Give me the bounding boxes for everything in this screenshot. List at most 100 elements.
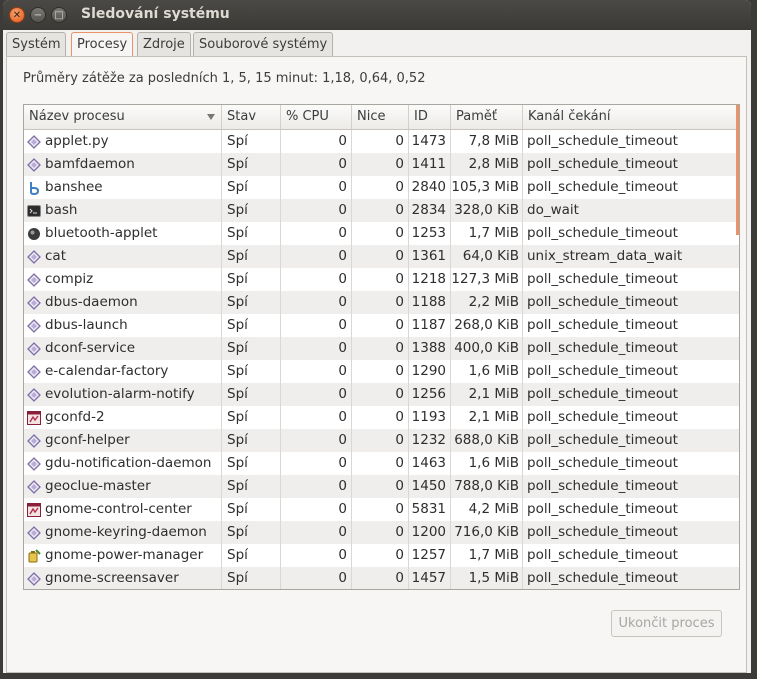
process-nice: 0 bbox=[352, 475, 409, 498]
process-wait-channel: poll_schedule_timeout bbox=[527, 409, 678, 425]
process-memory: 2,8 MiB bbox=[451, 153, 523, 176]
process-memory: 105,3 MiB bbox=[451, 176, 523, 199]
column-header-cpu[interactable]: % CPU bbox=[281, 105, 352, 129]
process-memory: 1,6 MiB bbox=[451, 452, 523, 475]
process-memory: 400,0 KiB bbox=[451, 337, 523, 360]
process-wait-channel: poll_schedule_timeout bbox=[527, 317, 678, 333]
process-cpu: 0 bbox=[281, 360, 352, 383]
table-row[interactable]: dbus-launch Spí 0 0 1187 268,0 KiB poll_schedu… bbox=[24, 314, 739, 337]
tab-system[interactable]: Systém bbox=[6, 32, 67, 56]
table-row[interactable]: compiz Spí 0 0 1218 127,3 MiB poll_schedule_ti… bbox=[24, 268, 739, 291]
process-id: 1463 bbox=[409, 452, 451, 475]
column-header-nice[interactable]: Nice bbox=[352, 105, 409, 129]
process-state: Spí bbox=[222, 383, 281, 406]
window-title: Sledování systému bbox=[81, 6, 230, 22]
process-name: geoclue-master bbox=[45, 478, 151, 494]
process-id: 1473 bbox=[409, 130, 451, 153]
process-state: Spí bbox=[222, 153, 281, 176]
process-cpu: 0 bbox=[281, 222, 352, 245]
end-process-button[interactable]: Ukončit proces bbox=[611, 610, 722, 637]
process-id: 2840 bbox=[409, 176, 451, 199]
process-nice: 0 bbox=[352, 245, 409, 268]
table-row[interactable]: dconf-service Spí 0 0 1388 400,0 KiB poll_sche… bbox=[24, 337, 739, 360]
table-row[interactable]: gnome-screensaver Spí 0 0 1457 1,5 MiB poll_sc… bbox=[24, 567, 739, 589]
process-wait-channel: poll_schedule_timeout bbox=[527, 386, 678, 402]
minimize-window-button[interactable]: − bbox=[30, 7, 46, 23]
process-memory: 1,7 MiB bbox=[451, 544, 523, 567]
process-id: 1388 bbox=[409, 337, 451, 360]
column-header-wait[interactable]: Kanál čekání bbox=[523, 105, 739, 129]
process-name: gconf-helper bbox=[45, 432, 130, 448]
table-row[interactable]: bash Spí 0 0 2834 328,0 KiB do_wait bbox=[24, 199, 739, 222]
table-row[interactable]: evolution-alarm-notify Spí 0 0 1256 2,1 MiB po… bbox=[24, 383, 739, 406]
process-memory: 64,0 KiB bbox=[451, 245, 523, 268]
process-state: Spí bbox=[222, 268, 281, 291]
process-name-cell: geoclue-master bbox=[24, 475, 222, 498]
table-row[interactable]: applet.py Spí 0 0 1473 7,8 MiB poll_schedule_t… bbox=[24, 130, 739, 153]
process-id: 5831 bbox=[409, 498, 451, 521]
table-row[interactable]: gdu-notification-daemon Spí 0 0 1463 1,6 MiB p… bbox=[24, 452, 739, 475]
gconf-icon bbox=[27, 410, 41, 425]
process-name: e-calendar-factory bbox=[45, 363, 169, 379]
process-id: 1256 bbox=[409, 383, 451, 406]
tab-file-systems[interactable]: Souborové systémy bbox=[193, 32, 334, 56]
table-row[interactable]: banshee Spí 0 0 2840 105,3 MiB poll_schedule_t… bbox=[24, 176, 739, 199]
generic-process-icon bbox=[27, 134, 41, 149]
table-row[interactable]: bamfdaemon Spí 0 0 1411 2,8 MiB poll_schedule_… bbox=[24, 153, 739, 176]
table-body: applet.py Spí 0 0 1473 7,8 MiB poll_schedule_t… bbox=[24, 130, 739, 589]
process-state: Spí bbox=[222, 452, 281, 475]
process-wait-channel: poll_schedule_timeout bbox=[527, 547, 678, 563]
column-header-state[interactable]: Stav bbox=[222, 105, 281, 129]
process-table[interactable]: Název procesu Stav % CPU Nice ID Paměť K… bbox=[23, 104, 740, 590]
table-row[interactable]: bluetooth-applet Spí 0 0 1253 1,7 MiB poll_sch… bbox=[24, 222, 739, 245]
process-wait-channel: poll_schedule_timeout bbox=[527, 363, 678, 379]
process-nice: 0 bbox=[352, 314, 409, 337]
table-row[interactable]: dbus-daemon Spí 0 0 1188 2,2 MiB poll_schedule… bbox=[24, 291, 739, 314]
sort-descending-icon bbox=[207, 114, 215, 120]
table-row[interactable]: gnome-power-manager Spí 0 0 1257 1,7 MiB poll_… bbox=[24, 544, 739, 567]
process-memory: 7,8 MiB bbox=[451, 130, 523, 153]
table-row[interactable]: e-calendar-factory Spí 0 0 1290 1,6 MiB poll_s… bbox=[24, 360, 739, 383]
process-name: gconfd-2 bbox=[45, 409, 105, 425]
table-row[interactable]: geoclue-master Spí 0 0 1450 788,0 KiB poll_sch… bbox=[24, 475, 739, 498]
generic-process-icon bbox=[27, 571, 41, 586]
process-cpu: 0 bbox=[281, 291, 352, 314]
process-name-cell: compiz bbox=[24, 268, 222, 291]
table-row[interactable]: cat Spí 0 0 1361 64,0 KiB unix_stream_data_wai… bbox=[24, 245, 739, 268]
process-wait-channel: poll_schedule_timeout bbox=[527, 179, 678, 195]
table-row[interactable]: gconf-helper Spí 0 0 1232 688,0 KiB poll_sched… bbox=[24, 429, 739, 452]
desktop-background bbox=[0, 673, 757, 679]
process-name-cell: dbus-launch bbox=[24, 314, 222, 337]
process-id: 1193 bbox=[409, 406, 451, 429]
generic-process-icon bbox=[27, 433, 41, 448]
table-row[interactable]: gnome-keyring-daemon Spí 0 0 1200 716,0 KiB po… bbox=[24, 521, 739, 544]
process-nice: 0 bbox=[352, 268, 409, 291]
tab-processes[interactable]: Procesy bbox=[71, 32, 134, 57]
column-header-memory[interactable]: Paměť bbox=[451, 105, 523, 129]
close-window-button[interactable]: ✕ bbox=[9, 7, 25, 23]
table-row[interactable]: gnome-control-center Spí 0 0 5831 4,2 MiB poll… bbox=[24, 498, 739, 521]
process-wait-channel: poll_schedule_timeout bbox=[527, 524, 678, 540]
process-state: Spí bbox=[222, 429, 281, 452]
maximize-window-button[interactable]: □ bbox=[51, 7, 67, 23]
process-nice: 0 bbox=[352, 383, 409, 406]
process-nice: 0 bbox=[352, 176, 409, 199]
process-memory: 2,2 MiB bbox=[451, 291, 523, 314]
scroll-indicator[interactable] bbox=[736, 105, 739, 235]
process-name: cat bbox=[45, 248, 66, 264]
process-wait-channel: poll_schedule_timeout bbox=[527, 478, 678, 494]
process-cpu: 0 bbox=[281, 498, 352, 521]
process-name-cell: gdu-notification-daemon bbox=[24, 452, 222, 475]
process-state: Spí bbox=[222, 337, 281, 360]
process-cpu: 0 bbox=[281, 429, 352, 452]
titlebar[interactable]: ✕ − □ Sledování systému bbox=[3, 0, 751, 30]
minimize-icon: − bbox=[33, 10, 43, 21]
column-header-id[interactable]: ID bbox=[409, 105, 451, 129]
process-name: dbus-launch bbox=[45, 317, 128, 333]
tab-resources[interactable]: Zdroje bbox=[137, 32, 191, 56]
process-state: Spí bbox=[222, 130, 281, 153]
process-wait-channel: unix_stream_data_wait bbox=[527, 248, 683, 264]
table-row[interactable]: gconfd-2 Spí 0 0 1193 2,1 MiB poll_schedule_ti… bbox=[24, 406, 739, 429]
column-header-name[interactable]: Název procesu bbox=[24, 105, 222, 129]
process-nice: 0 bbox=[352, 291, 409, 314]
